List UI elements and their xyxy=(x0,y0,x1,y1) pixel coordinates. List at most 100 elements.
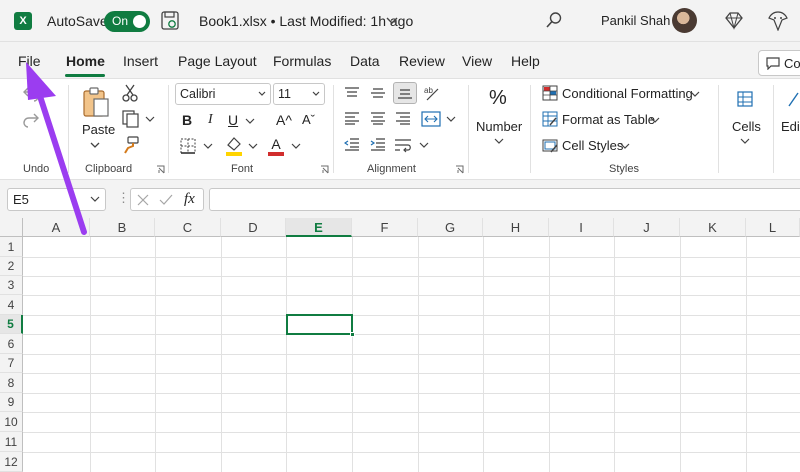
number-format-button[interactable]: Number xyxy=(476,119,522,134)
column-header[interactable]: F xyxy=(352,218,418,237)
undo-button[interactable] xyxy=(20,83,42,105)
conditional-formatting-chevron-icon[interactable] xyxy=(690,90,700,98)
row-header[interactable]: 6 xyxy=(0,334,23,354)
align-middle-icon[interactable] xyxy=(368,84,388,102)
row-header-selected[interactable]: 5 xyxy=(0,315,23,334)
enter-icon[interactable] xyxy=(159,194,173,206)
wrap-text-icon[interactable] xyxy=(393,135,431,155)
insert-function-button[interactable]: fx xyxy=(184,191,195,208)
row-header[interactable]: 9 xyxy=(0,393,23,412)
autosave-toggle[interactable]: On xyxy=(104,11,150,32)
row-header[interactable]: 7 xyxy=(0,354,23,373)
scissors-icon[interactable] xyxy=(121,84,139,102)
column-header[interactable]: C xyxy=(155,218,221,237)
tab-home[interactable]: Home xyxy=(66,53,105,69)
shrink-font-button[interactable]: Aˇ xyxy=(302,112,315,127)
document-title[interactable]: Book1.xlsx • Last Modified: 1h ago xyxy=(199,13,413,29)
italic-button[interactable]: I xyxy=(208,112,213,128)
cell-styles-chevron-icon[interactable] xyxy=(620,142,630,150)
search-icon[interactable] xyxy=(545,11,563,29)
align-top-icon[interactable] xyxy=(342,84,362,102)
underline-button[interactable]: U xyxy=(228,112,238,128)
align-center-icon[interactable] xyxy=(368,109,388,127)
font-family-select[interactable]: Calibri xyxy=(175,83,271,105)
increase-indent-icon[interactable] xyxy=(368,135,388,153)
select-all-corner[interactable] xyxy=(0,218,23,237)
tab-data[interactable]: Data xyxy=(350,53,380,69)
borders-icon[interactable] xyxy=(178,137,198,155)
merge-center-icon[interactable] xyxy=(420,109,458,129)
font-color-button[interactable]: A xyxy=(266,135,286,157)
cancel-icon[interactable] xyxy=(137,194,149,206)
font-size-select[interactable]: 11 xyxy=(273,83,325,105)
smile-icon[interactable] xyxy=(768,11,788,31)
tab-help[interactable]: Help xyxy=(511,53,540,69)
row-header[interactable]: 3 xyxy=(0,276,23,295)
row-header[interactable]: 12 xyxy=(0,452,23,472)
cell-styles-button[interactable]: Cell Styles xyxy=(562,138,623,153)
cells-icon[interactable] xyxy=(735,89,755,109)
user-name[interactable]: Pankil Shah xyxy=(601,13,670,28)
fill-handle[interactable] xyxy=(350,332,355,337)
grow-font-button[interactable]: A^ xyxy=(276,112,292,128)
paste-label[interactable]: Paste xyxy=(82,122,115,137)
cells-chevron-icon[interactable] xyxy=(740,137,750,145)
conditional-formatting-button[interactable]: Conditional Formatting xyxy=(562,86,693,101)
column-header[interactable]: J xyxy=(614,218,680,237)
formula-input[interactable] xyxy=(209,188,800,211)
row-header[interactable]: 1 xyxy=(0,237,23,257)
column-header[interactable]: B xyxy=(90,218,155,237)
font-launcher-icon[interactable] xyxy=(320,165,329,174)
format-as-table-chevron-icon[interactable] xyxy=(650,116,660,124)
column-header[interactable]: K xyxy=(680,218,746,237)
align-left-icon[interactable] xyxy=(342,109,362,127)
comments-button[interactable]: Co xyxy=(758,50,800,76)
column-header[interactable]: L xyxy=(746,218,800,237)
bold-button[interactable]: B xyxy=(182,112,192,128)
tab-page-layout[interactable]: Page Layout xyxy=(178,53,257,69)
number-chevron-icon[interactable] xyxy=(494,137,504,145)
decrease-indent-icon[interactable] xyxy=(342,135,362,153)
redo-button[interactable] xyxy=(20,109,42,131)
more-options-icon[interactable]: ⋮ xyxy=(117,190,130,206)
paste-icon[interactable] xyxy=(80,85,112,119)
fill-color-chevron-icon[interactable] xyxy=(248,142,258,150)
percent-icon[interactable]: % xyxy=(489,87,507,110)
clipboard-launcher-icon[interactable] xyxy=(156,165,165,174)
align-right-icon[interactable] xyxy=(393,109,413,127)
align-bottom-icon[interactable] xyxy=(393,82,417,104)
tab-review[interactable]: Review xyxy=(399,53,445,69)
avatar[interactable] xyxy=(672,8,697,33)
borders-chevron-icon[interactable] xyxy=(203,142,213,150)
row-header[interactable]: 10 xyxy=(0,412,23,432)
diamond-icon[interactable] xyxy=(724,11,744,30)
active-cell[interactable] xyxy=(286,314,355,337)
column-header[interactable]: D xyxy=(221,218,286,237)
cell-styles-icon[interactable] xyxy=(541,136,559,154)
fill-color-icon[interactable] xyxy=(224,135,244,157)
paste-chevron-icon[interactable] xyxy=(88,139,102,151)
column-header[interactable]: G xyxy=(418,218,483,237)
editing-icon[interactable] xyxy=(786,89,800,109)
underline-chevron-icon[interactable] xyxy=(245,117,255,125)
orientation-icon[interactable]: ab xyxy=(422,83,442,103)
editing-button[interactable]: Edi xyxy=(781,119,800,134)
tab-view[interactable]: View xyxy=(462,53,492,69)
format-as-table-icon[interactable] xyxy=(541,110,559,128)
chevron-down-icon[interactable] xyxy=(386,13,398,27)
column-header[interactable]: A xyxy=(23,218,90,237)
copy-button[interactable] xyxy=(121,109,155,129)
save-icon[interactable] xyxy=(161,11,179,30)
row-header[interactable]: 8 xyxy=(0,373,23,393)
row-header[interactable]: 11 xyxy=(0,432,23,452)
format-as-table-button[interactable]: Format as Table xyxy=(562,112,655,127)
name-box[interactable]: E5 xyxy=(7,188,106,211)
alignment-launcher-icon[interactable] xyxy=(455,165,464,174)
column-header-selected[interactable]: E xyxy=(286,218,352,237)
column-header[interactable]: I xyxy=(549,218,614,237)
row-header[interactable]: 2 xyxy=(0,257,23,276)
tab-insert[interactable]: Insert xyxy=(123,53,158,69)
conditional-formatting-icon[interactable] xyxy=(541,84,559,102)
cells-button[interactable]: Cells xyxy=(732,119,761,134)
font-color-chevron-icon[interactable] xyxy=(291,142,301,150)
